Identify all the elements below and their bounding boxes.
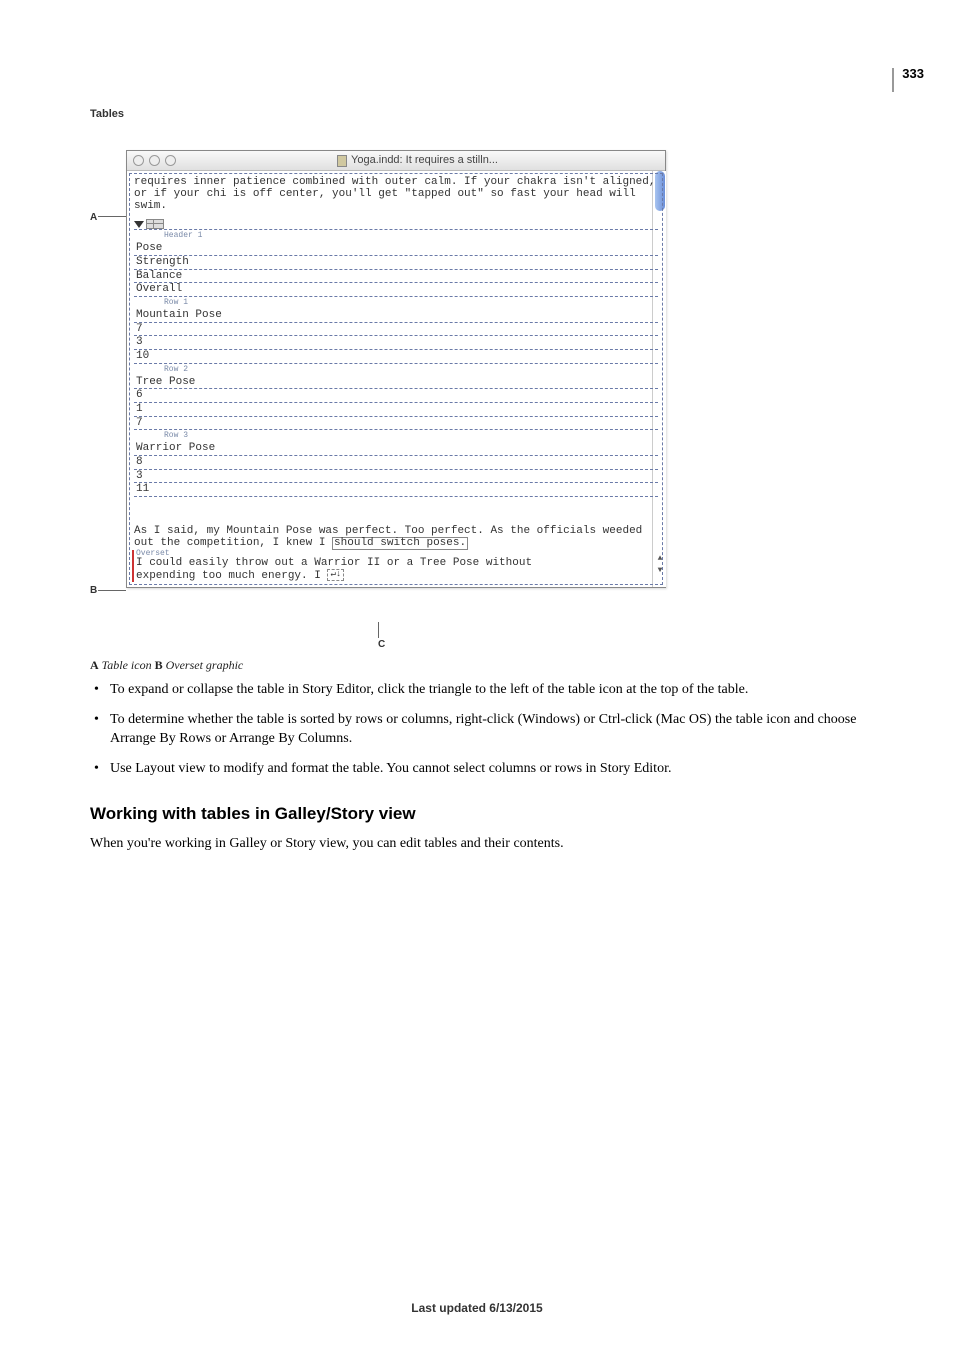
figure-caption: A Table icon B Overset graphic	[90, 658, 243, 673]
text-box: should switch poses.	[332, 537, 468, 550]
subheading: Working with tables in Galley/Story view	[90, 802, 890, 826]
caption-text-B: Overset graphic	[163, 658, 244, 672]
list-item: Use Layout view to modify and format the…	[90, 759, 890, 779]
table-cell[interactable]: Tree Pose	[134, 376, 658, 389]
overset-graphic-icon: ↵↓	[327, 569, 344, 581]
table-cell[interactable]: 8	[134, 455, 658, 469]
bullet-list: To expand or collapse the table in Story…	[90, 680, 890, 778]
footer: Last updated 6/13/2015	[0, 1301, 954, 1315]
table-cell[interactable]: 7	[134, 322, 658, 336]
row-label: Row 1	[134, 298, 188, 307]
row-label: Row 3	[134, 431, 188, 440]
story-paragraph[interactable]: As I said, my Mountain Pose was perfect.…	[130, 499, 662, 584]
text-run: I could easily throw out a Warrior II or…	[136, 557, 532, 569]
caption-label-A: A	[90, 658, 99, 672]
callout-line	[98, 590, 126, 591]
table-cell[interactable]: 11	[134, 482, 658, 496]
table-cell[interactable]: 3	[134, 469, 658, 483]
table-cell[interactable]: 3	[134, 335, 658, 349]
caption-text-A: Table icon	[99, 658, 155, 672]
callout-line	[98, 216, 126, 217]
table-cell[interactable]: 7	[134, 416, 658, 430]
story-content[interactable]: requires inner patience combined with ou…	[129, 173, 663, 585]
header-label: Header 1	[134, 231, 202, 240]
expand-triangle-icon[interactable]	[134, 221, 144, 228]
section-label: Tables	[90, 108, 124, 120]
table-icon[interactable]	[146, 219, 164, 229]
table-cell[interactable]: Balance	[134, 269, 658, 283]
callout-line	[378, 622, 379, 638]
window-title-text: Yoga.indd: It requires a stilln...	[351, 154, 498, 166]
window-title: Yoga.indd: It requires a stilln...	[176, 154, 659, 166]
table-cell[interactable]: Overall	[134, 282, 658, 296]
table-cell[interactable]: Pose	[134, 242, 658, 255]
minimize-icon[interactable]	[149, 155, 160, 166]
table-cell[interactable]: Strength	[134, 255, 658, 269]
table-region: Header 1 Pose Strength Balance Overall R…	[134, 216, 658, 497]
table-cell[interactable]: Warrior Pose	[134, 442, 658, 455]
close-icon[interactable]	[133, 155, 144, 166]
titlebar: Yoga.indd: It requires a stilln...	[127, 151, 665, 171]
list-item: To determine whether the table is sorted…	[90, 710, 890, 749]
traffic-lights	[133, 155, 176, 166]
body-content: To expand or collapse the table in Story…	[90, 680, 890, 864]
paragraph: When you're working in Galley or Story v…	[90, 834, 890, 854]
text-run: expending too much energy. I	[136, 570, 327, 582]
table-cell[interactable]: Mountain Pose	[134, 309, 658, 322]
callout-B: B	[90, 585, 97, 596]
table-cell[interactable]: 1	[134, 402, 658, 416]
callout-C: C	[378, 639, 385, 650]
table-cell[interactable]: 6	[134, 388, 658, 402]
table-cell[interactable]: 10	[134, 349, 658, 363]
overset-region: Overset I could easily throw out a Warri…	[132, 550, 658, 582]
story-editor-window: Yoga.indd: It requires a stilln... ▲ ▼ r…	[126, 150, 666, 588]
caption-label-B: B	[155, 658, 163, 672]
overset-label: Overset	[136, 550, 658, 557]
page-number: 333	[892, 68, 924, 92]
callout-A: A	[90, 212, 97, 223]
document-icon	[337, 155, 347, 167]
story-paragraph[interactable]: requires inner patience combined with ou…	[130, 174, 662, 214]
row-label: Row 2	[134, 365, 188, 374]
list-item: To expand or collapse the table in Story…	[90, 680, 890, 700]
zoom-icon[interactable]	[165, 155, 176, 166]
